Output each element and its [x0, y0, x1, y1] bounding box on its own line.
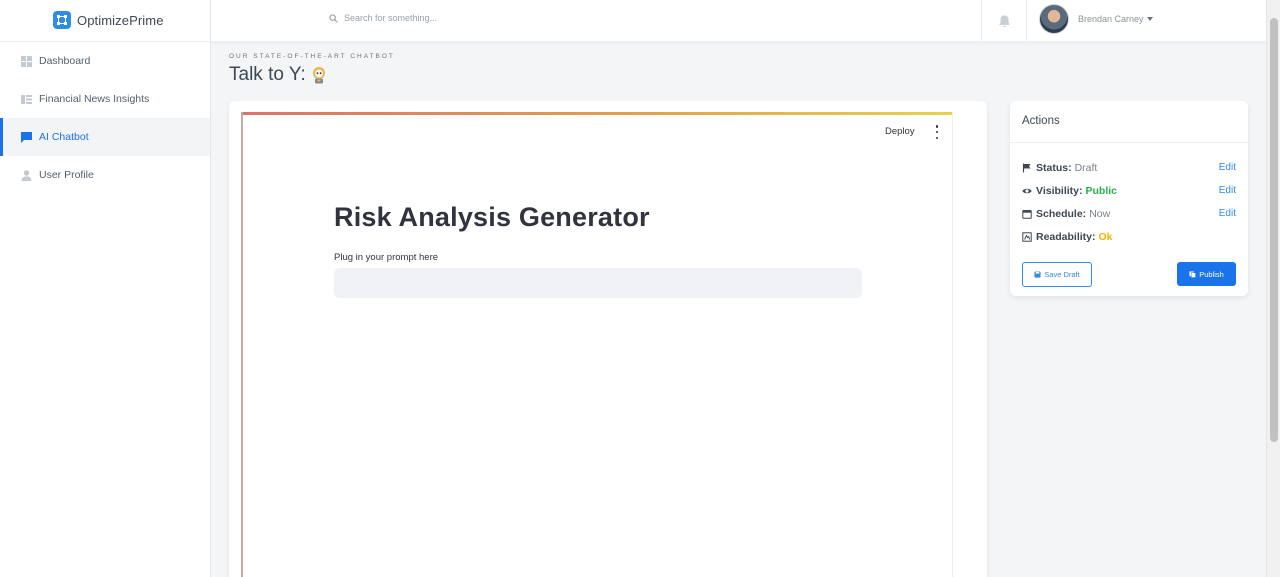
- search-bar: [329, 13, 644, 23]
- user-menu[interactable]: Brendan Carney: [1039, 4, 1153, 34]
- sidebar-item-label: User Profile: [39, 169, 94, 181]
- chatbot-card: Deploy Risk Analysis Generator Plug in y…: [229, 101, 987, 577]
- app-decoration-bar: [243, 112, 952, 115]
- status-value: Draft: [1074, 161, 1098, 174]
- circuit-icon: [53, 11, 71, 29]
- actions-footer: Save Draft Publish: [1022, 262, 1236, 287]
- eye-icon: [1022, 186, 1032, 196]
- app-frame: Deploy Risk Analysis Generator Plug in y…: [241, 112, 953, 577]
- readability-label: Readability:: [1036, 230, 1096, 243]
- sidebar-item-financial-news-insights[interactable]: Financial News Insights: [0, 80, 210, 118]
- app-title: Risk Analysis Generator: [334, 202, 650, 232]
- calendar-icon: [1022, 209, 1032, 219]
- sidebar-item-dashboard[interactable]: Dashboard: [0, 42, 210, 80]
- page-title-text: Talk to Y:: [229, 64, 306, 85]
- sidebar: OptimizePrime Dashboard Financial News I…: [0, 0, 211, 577]
- notifications-button[interactable]: [981, 0, 1027, 42]
- flag-icon: [1022, 163, 1032, 173]
- avatar: [1039, 4, 1069, 34]
- schedule-value: Now: [1089, 207, 1111, 220]
- actions-list: Status: Draft Edit Visibility: Public Ed…: [1010, 143, 1248, 248]
- publish-label: Publish: [1199, 269, 1224, 279]
- deploy-button[interactable]: Deploy: [885, 126, 915, 137]
- copy-icon: [1189, 270, 1197, 278]
- page-title: Talk to Y:: [229, 64, 328, 86]
- readability-icon: [1022, 231, 1032, 242]
- status-label: Status:: [1036, 161, 1072, 174]
- page-eyebrow: Our state-of-the-art chatbot: [229, 53, 395, 60]
- readability-row: Readability: Ok: [1022, 225, 1236, 248]
- robot-icon: [310, 66, 328, 84]
- sidebar-item-label: Dashboard: [39, 55, 91, 67]
- sidebar-item-ai-chatbot[interactable]: AI Chatbot: [0, 118, 210, 156]
- chat-icon: [21, 131, 32, 143]
- prompt-label: Plug in your prompt here: [334, 252, 439, 263]
- sidebar-item-user-profile[interactable]: User Profile: [0, 156, 210, 194]
- actions-panel: Actions Status: Draft Edit Visibility: P…: [1010, 101, 1248, 296]
- grid-icon: [21, 55, 32, 67]
- sidebar-nav: Dashboard Financial News Insights AI Cha…: [0, 42, 210, 194]
- edit-schedule-link[interactable]: Edit: [1219, 208, 1236, 219]
- search-input[interactable]: [344, 13, 644, 23]
- prompt-input[interactable]: [334, 268, 862, 298]
- save-draft-button[interactable]: Save Draft: [1022, 262, 1092, 287]
- page-scrollbar[interactable]: [1266, 0, 1280, 577]
- visibility-row: Visibility: Public Edit: [1022, 179, 1236, 202]
- topbar: Brendan Carney: [211, 0, 1266, 42]
- save-icon: [1034, 271, 1041, 278]
- more-options-icon[interactable]: [933, 125, 941, 139]
- status-row: Status: Draft Edit: [1022, 156, 1236, 179]
- publish-button[interactable]: Publish: [1177, 262, 1236, 286]
- actions-title: Actions: [1010, 101, 1248, 143]
- chevron-down-icon: [1146, 17, 1153, 21]
- brand[interactable]: OptimizePrime: [0, 0, 210, 42]
- sidebar-item-label: AI Chatbot: [39, 131, 89, 143]
- save-draft-label: Save Draft: [1044, 270, 1080, 279]
- search-icon: [329, 13, 338, 23]
- brand-name: OptimizePrime: [77, 13, 164, 28]
- visibility-value: Public: [1085, 184, 1118, 197]
- edit-status-link[interactable]: Edit: [1219, 162, 1236, 173]
- edit-visibility-link[interactable]: Edit: [1219, 185, 1236, 196]
- readability-value: Ok: [1098, 230, 1113, 243]
- schedule-label: Schedule:: [1036, 207, 1087, 220]
- bell-icon: [998, 14, 1010, 27]
- schedule-row: Schedule: Now Edit: [1022, 202, 1236, 225]
- person-icon: [21, 169, 32, 181]
- sidebar-item-label: Financial News Insights: [39, 93, 150, 105]
- scrollbar-thumb[interactable]: [1270, 18, 1278, 442]
- news-icon: [21, 94, 32, 105]
- visibility-label: Visibility:: [1036, 184, 1083, 197]
- user-name: Brendan Carney: [1078, 14, 1144, 24]
